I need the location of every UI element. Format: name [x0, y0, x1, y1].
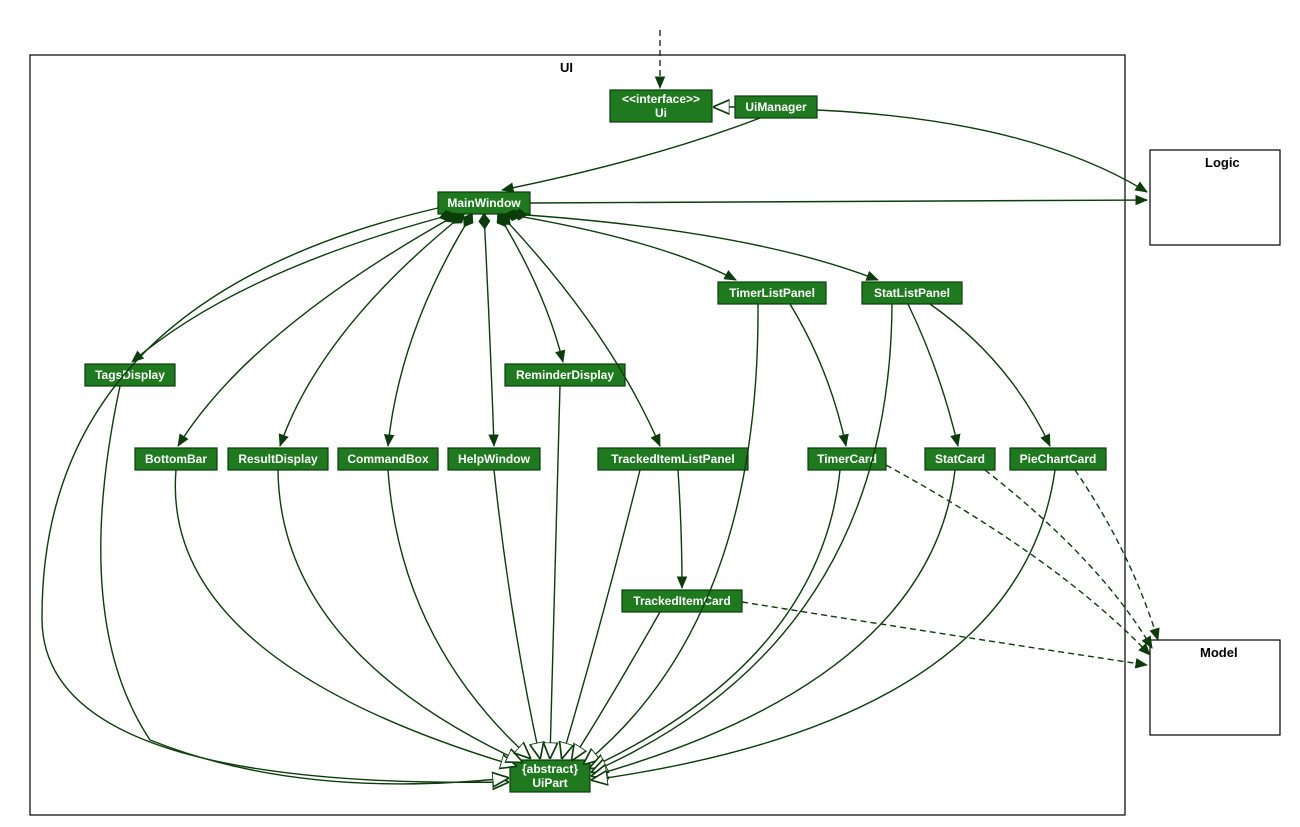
package-model-label: Model	[1200, 645, 1238, 660]
svg-text:PieChartCard: PieChartCard	[1020, 452, 1097, 466]
svg-text:<<interface>>: <<interface>>	[622, 92, 700, 106]
svg-text:TrackedItemListPanel: TrackedItemListPanel	[611, 452, 734, 466]
svg-text:TimerListPanel: TimerListPanel	[729, 286, 815, 300]
class-stat-card: StatCard	[925, 448, 995, 470]
svg-text:TimerCard: TimerCard	[817, 452, 877, 466]
package-ui	[30, 55, 1125, 815]
svg-text:UiManager: UiManager	[745, 100, 807, 114]
class-pie-chart-card: PieChartCard	[1010, 448, 1106, 470]
package-logic-label: Logic	[1205, 155, 1240, 170]
svg-text:UiPart: UiPart	[532, 776, 567, 790]
class-help-window: HelpWindow	[448, 448, 540, 470]
class-command-box: CommandBox	[338, 448, 438, 470]
svg-text:StatCard: StatCard	[935, 452, 985, 466]
class-bottom-bar: BottomBar	[135, 448, 217, 470]
class-main-window: MainWindow	[438, 192, 530, 214]
class-ui-part: {abstract} UiPart	[510, 760, 590, 792]
svg-text:TagsDisplay: TagsDisplay	[95, 368, 165, 382]
uml-diagram: UI Logic Model <<interface>> Ui UiManage…	[0, 0, 1300, 827]
package-ui-label: UI	[560, 60, 573, 75]
class-result-display: ResultDisplay	[228, 448, 328, 470]
svg-text:Ui: Ui	[655, 106, 667, 120]
svg-text:HelpWindow: HelpWindow	[458, 452, 531, 466]
class-stat-list-panel: StatListPanel	[862, 282, 962, 304]
class-tracked-item-list-panel: TrackedItemListPanel	[598, 448, 748, 470]
class-tracked-item-card: TrackedItemCard	[622, 590, 742, 612]
class-reminder-display: ReminderDisplay	[505, 364, 625, 386]
svg-text:TrackedItemCard: TrackedItemCard	[633, 594, 730, 608]
class-timer-list-panel: TimerListPanel	[718, 282, 826, 304]
svg-text:{abstract}: {abstract}	[522, 762, 578, 776]
svg-text:CommandBox: CommandBox	[347, 452, 429, 466]
svg-text:BottomBar: BottomBar	[145, 452, 207, 466]
svg-text:ReminderDisplay: ReminderDisplay	[516, 368, 614, 382]
svg-text:StatListPanel: StatListPanel	[874, 286, 950, 300]
class-ui-interface: <<interface>> Ui	[610, 90, 712, 122]
class-ui-manager: UiManager	[735, 96, 817, 118]
svg-text:MainWindow: MainWindow	[447, 196, 521, 210]
svg-text:ResultDisplay: ResultDisplay	[238, 452, 318, 466]
